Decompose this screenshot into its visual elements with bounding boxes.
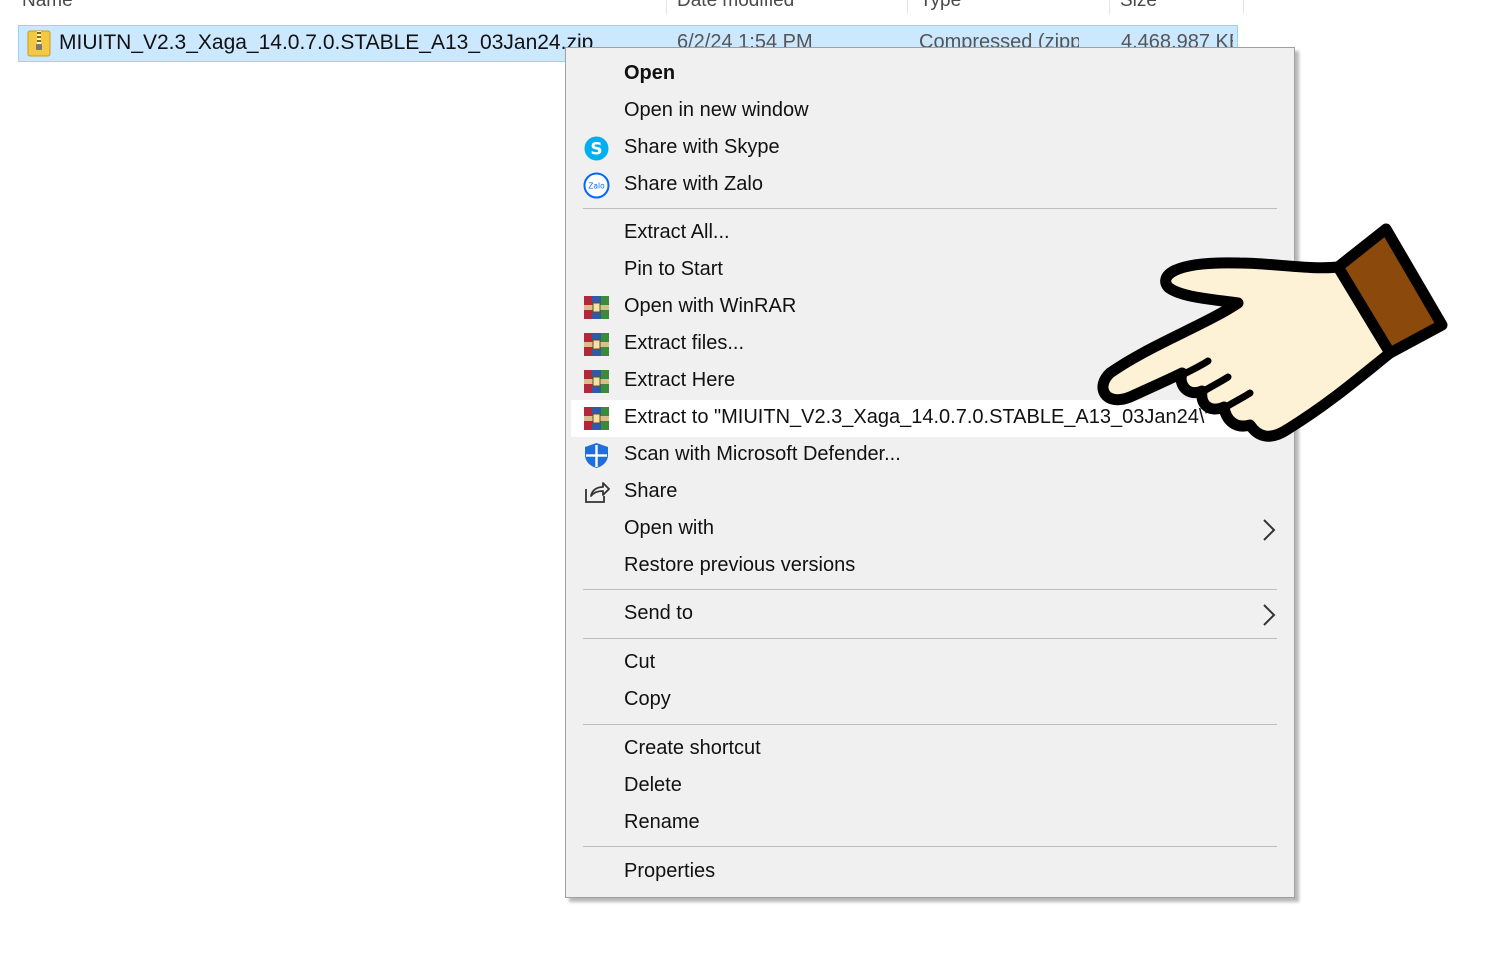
context-menu: Open Open in new window S Share with Sky… xyxy=(565,47,1295,898)
svg-text:S: S xyxy=(590,140,602,160)
column-header: Name Date modified Type Size xyxy=(0,0,1245,14)
menu-item-label: Rename xyxy=(624,811,700,833)
menu-item-share-zalo[interactable]: Zalo Share with Zalo xyxy=(571,167,1289,204)
menu-item-send-to[interactable]: Send to xyxy=(571,596,1289,633)
menu-item-restore-versions[interactable]: Restore previous versions xyxy=(571,548,1289,585)
menu-item-label: Share with Zalo xyxy=(624,173,763,195)
winrar-icon xyxy=(584,296,609,319)
menu-separator xyxy=(583,724,1277,725)
menu-item-label: Extract All... xyxy=(624,221,730,243)
chevron-right-icon xyxy=(1263,519,1276,541)
menu-item-label: Open xyxy=(624,62,676,84)
menu-separator xyxy=(583,638,1277,639)
winrar-icon xyxy=(584,407,609,430)
chevron-right-icon xyxy=(1263,604,1276,626)
menu-item-label: Open in new window xyxy=(624,99,809,121)
menu-item-extract-to-folder[interactable]: Extract to "MIUITN_V2.3_Xaga_14.0.7.0.ST… xyxy=(571,400,1289,437)
menu-item-copy[interactable]: Copy xyxy=(571,682,1289,719)
menu-item-label: Copy xyxy=(624,688,671,710)
file-name: MIUITN_V2.3_Xaga_14.0.7.0.STABLE_A13_03J… xyxy=(59,31,594,54)
menu-item-label: Restore previous versions xyxy=(624,554,856,576)
skype-icon: S xyxy=(584,136,609,161)
menu-item-create-shortcut[interactable]: Create shortcut xyxy=(571,731,1289,768)
zalo-icon: Zalo xyxy=(583,172,610,199)
share-icon xyxy=(585,482,610,503)
menu-item-delete[interactable]: Delete xyxy=(571,768,1289,805)
menu-item-scan-defender[interactable]: Scan with Microsoft Defender... xyxy=(571,437,1289,474)
menu-separator xyxy=(583,208,1277,209)
svg-text:Zalo: Zalo xyxy=(588,182,605,191)
menu-separator xyxy=(583,846,1277,847)
menu-item-extract-here[interactable]: Extract Here xyxy=(571,363,1289,400)
menu-item-extract-all[interactable]: Extract All... xyxy=(571,215,1289,252)
column-divider[interactable] xyxy=(666,0,667,14)
menu-item-label: Open with xyxy=(624,517,715,539)
menu-item-share-skype[interactable]: S Share with Skype xyxy=(571,130,1289,167)
column-divider[interactable] xyxy=(1109,0,1110,14)
menu-item-open-with-winrar[interactable]: Open with WinRAR xyxy=(571,289,1289,326)
menu-item-open[interactable]: Open xyxy=(571,56,1289,93)
menu-item-rename[interactable]: Rename xyxy=(571,805,1289,842)
menu-item-cut[interactable]: Cut xyxy=(571,645,1289,682)
zip-folder-icon xyxy=(27,30,51,57)
menu-item-label: Extract Here xyxy=(624,369,736,391)
menu-item-label: Extract files... xyxy=(624,332,745,354)
column-name-header[interactable]: Name xyxy=(22,0,92,14)
column-divider[interactable] xyxy=(907,0,908,14)
menu-item-label: Share xyxy=(624,480,678,502)
menu-item-open-with[interactable]: Open with xyxy=(571,511,1289,548)
column-divider[interactable] xyxy=(1243,0,1244,14)
menu-item-label: Pin to Start xyxy=(624,258,723,280)
menu-item-label: Send to xyxy=(624,602,693,624)
menu-item-open-new-window[interactable]: Open in new window xyxy=(571,93,1289,130)
menu-item-label: Cut xyxy=(624,651,656,673)
menu-item-share[interactable]: Share xyxy=(571,474,1289,511)
column-size-header[interactable]: Size xyxy=(1120,0,1160,14)
menu-item-label: Delete xyxy=(624,774,682,796)
menu-item-label: Scan with Microsoft Defender... xyxy=(624,443,901,465)
column-type-header[interactable]: Type xyxy=(920,0,965,14)
menu-item-pin-to-start[interactable]: Pin to Start xyxy=(571,252,1289,289)
winrar-icon xyxy=(584,333,609,356)
menu-item-properties[interactable]: Properties xyxy=(571,854,1289,891)
menu-item-label: Properties xyxy=(624,860,716,882)
defender-shield-icon xyxy=(585,443,608,468)
menu-item-label: Extract to "MIUITN_V2.3_Xaga_14.0.7.0.ST… xyxy=(624,406,1212,428)
winrar-icon xyxy=(584,370,609,393)
menu-item-label: Open with WinRAR xyxy=(624,295,797,317)
menu-item-extract-files[interactable]: Extract files... xyxy=(571,326,1289,363)
column-date-header[interactable]: Date modified xyxy=(677,0,807,14)
menu-separator xyxy=(583,589,1277,590)
menu-item-label: Share with Skype xyxy=(624,136,780,158)
menu-item-label: Create shortcut xyxy=(624,737,761,759)
